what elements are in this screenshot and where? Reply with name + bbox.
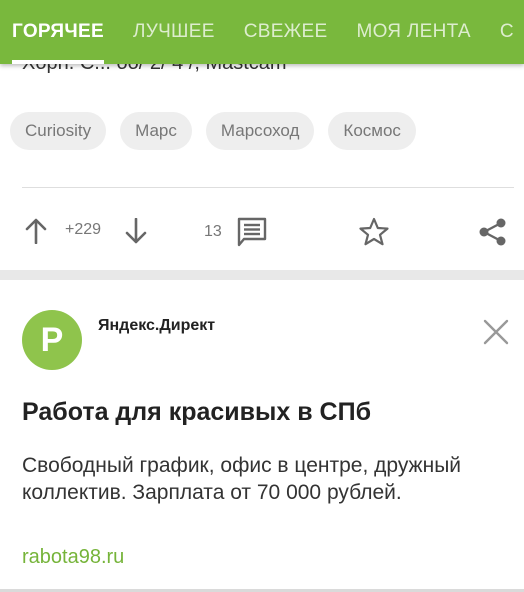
share-button[interactable]	[478, 217, 508, 247]
ad-logo: P	[22, 310, 82, 370]
rating-value: +229	[65, 221, 101, 239]
tab-list: Горячее Лучшее Свежее Моя лента С	[0, 0, 524, 64]
tab-best[interactable]: Лучшее	[133, 0, 215, 64]
top-tab-bar: Горячее Лучшее Свежее Моя лента С	[0, 0, 524, 64]
ad-source-label: Яндекс.Директ	[98, 317, 216, 334]
tag-rover[interactable]: Марсоход	[205, 112, 315, 150]
tag-list: Curiosity Марс Марсоход Космос	[10, 112, 430, 150]
close-icon	[483, 319, 509, 345]
arrow-down-icon	[125, 218, 147, 244]
ad-link[interactable]: rabota98.ru	[22, 546, 124, 569]
comments-button[interactable]: 13	[204, 217, 268, 247]
post-divider	[22, 187, 514, 188]
tag-curiosity[interactable]: Curiosity	[10, 112, 107, 150]
tag-mars[interactable]: Марс	[120, 112, 192, 150]
post-actions: +229 13	[0, 190, 524, 270]
comment-icon	[237, 217, 266, 247]
ad-title[interactable]: Работа для красивых в СПб	[22, 398, 371, 427]
upvote-button[interactable]	[24, 218, 48, 244]
downvote-button[interactable]	[124, 218, 148, 244]
post-card: Xорh. С... оо/ 2/ 4 /, Mastcam Curiosity…	[0, 40, 524, 270]
tag-space[interactable]: Космос	[328, 112, 416, 150]
tab-my-feed[interactable]: Моя лента	[356, 0, 470, 64]
comments-count: 13	[204, 223, 222, 240]
rating-count: +229	[65, 221, 102, 238]
close-ad-button[interactable]	[482, 318, 510, 351]
star-icon	[359, 217, 389, 246]
tab-hot[interactable]: Горячее	[12, 0, 104, 64]
tab-overflow[interactable]: С	[500, 0, 514, 64]
share-icon	[479, 218, 506, 246]
tab-fresh[interactable]: Свежее	[244, 0, 328, 64]
favorite-button[interactable]	[358, 216, 390, 248]
arrow-up-icon	[25, 218, 47, 244]
ad-card[interactable]: P Яндекс.Директ Работа для красивых в СП…	[0, 280, 524, 589]
ad-body-text: Свободный график, офис в центре, дружный…	[22, 454, 462, 504]
